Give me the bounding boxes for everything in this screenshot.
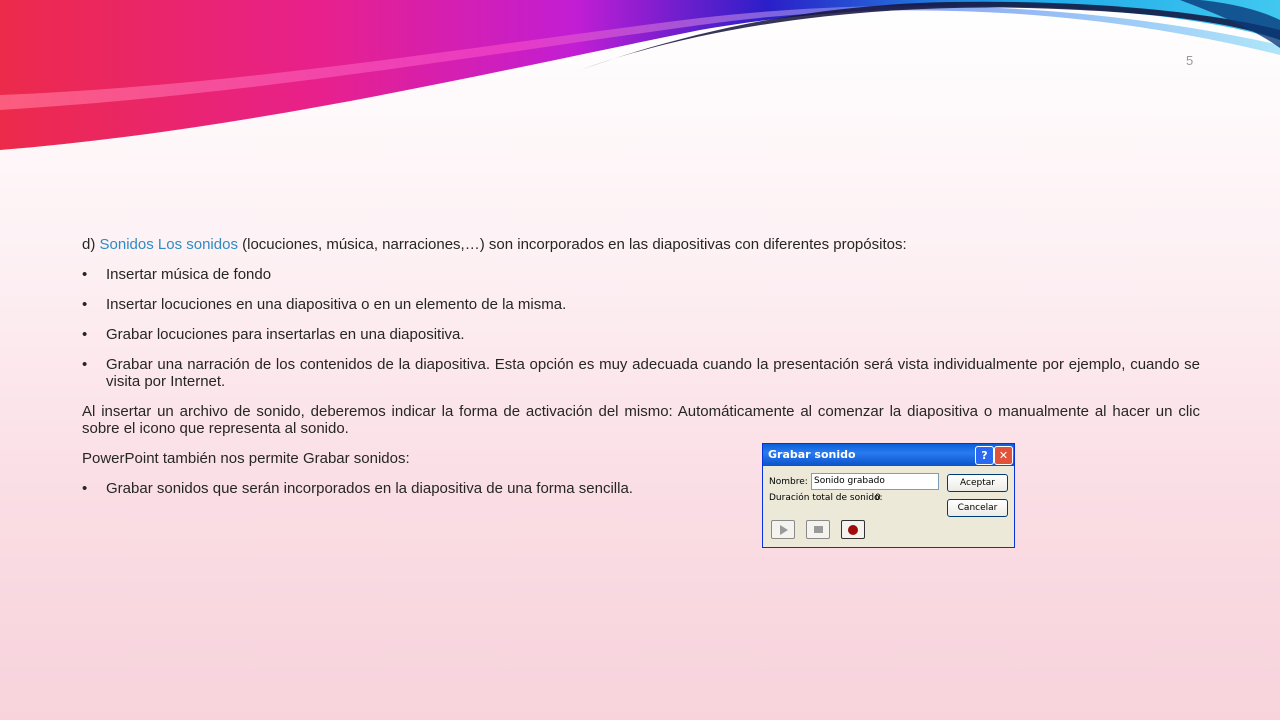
bullet-symbol: • <box>82 326 88 343</box>
list-item: • Insertar locuciones en una diapositiva … <box>82 296 1200 313</box>
bullet-symbol: • <box>82 356 88 373</box>
stop-icon <box>814 526 823 533</box>
record-sound-dialog: Grabar sonido ? ✕ Nombre: Sonido grabado… <box>762 443 1015 548</box>
record-button[interactable] <box>841 520 865 539</box>
bullet-symbol: • <box>82 266 88 283</box>
name-label: Nombre: <box>769 477 808 487</box>
close-button[interactable]: ✕ <box>994 446 1013 465</box>
bullet-text: Insertar música de fondo <box>106 266 272 283</box>
play-icon <box>780 525 788 535</box>
decorative-swoosh <box>0 0 1280 150</box>
duration-label: Duración total de sonido: <box>769 493 883 503</box>
accept-button[interactable]: Aceptar <box>947 474 1008 492</box>
bullet-text: Grabar sonidos que serán incorporados en… <box>106 480 633 497</box>
name-input[interactable]: Sonido grabado <box>811 473 939 490</box>
bullet-symbol: • <box>82 296 88 313</box>
list-item: • Insertar música de fondo <box>82 266 1200 283</box>
slide-body: d) Sonidos Los sonidos (locuciones, músi… <box>82 236 1200 510</box>
stop-button[interactable] <box>806 520 830 539</box>
list-item: • Grabar una narración de los contenidos … <box>82 356 1200 390</box>
duration-value: 0 <box>875 493 881 503</box>
sonidos-link[interactable]: Sonidos Los sonidos <box>100 236 238 253</box>
bullet-symbol: • <box>82 480 88 497</box>
list-item: • Grabar locuciones para insertarlas en u… <box>82 326 1200 343</box>
intro-rest: (locuciones, música, narraciones,…) son … <box>237 236 907 253</box>
bullet-text: Grabar locuciones para insertarlas en un… <box>106 326 465 343</box>
play-button[interactable] <box>771 520 795 539</box>
bullet-text: Grabar una narración de los contenidos d… <box>106 356 1200 390</box>
bullet-text: Insertar locuciones en una diapositiva o… <box>106 296 567 313</box>
help-button[interactable]: ? <box>975 446 994 465</box>
page-number: 5 <box>1186 53 1194 68</box>
list-item: • Grabar sonidos que serán incorporados e… <box>82 480 746 497</box>
cancel-button[interactable]: Cancelar <box>947 499 1008 517</box>
record-icon <box>848 525 858 535</box>
record-paragraph: PowerPoint también nos permite Grabar so… <box>82 450 410 467</box>
dialog-titlebar: Grabar sonido ? ✕ <box>763 444 1014 466</box>
intro-prefix: d) <box>82 236 100 253</box>
activation-paragraph: Al insertar un archivo de sonido, debere… <box>82 403 1200 437</box>
dialog-title: Grabar sonido <box>768 448 856 461</box>
intro-paragraph: d) Sonidos Los sonidos (locuciones, músi… <box>82 236 1200 253</box>
